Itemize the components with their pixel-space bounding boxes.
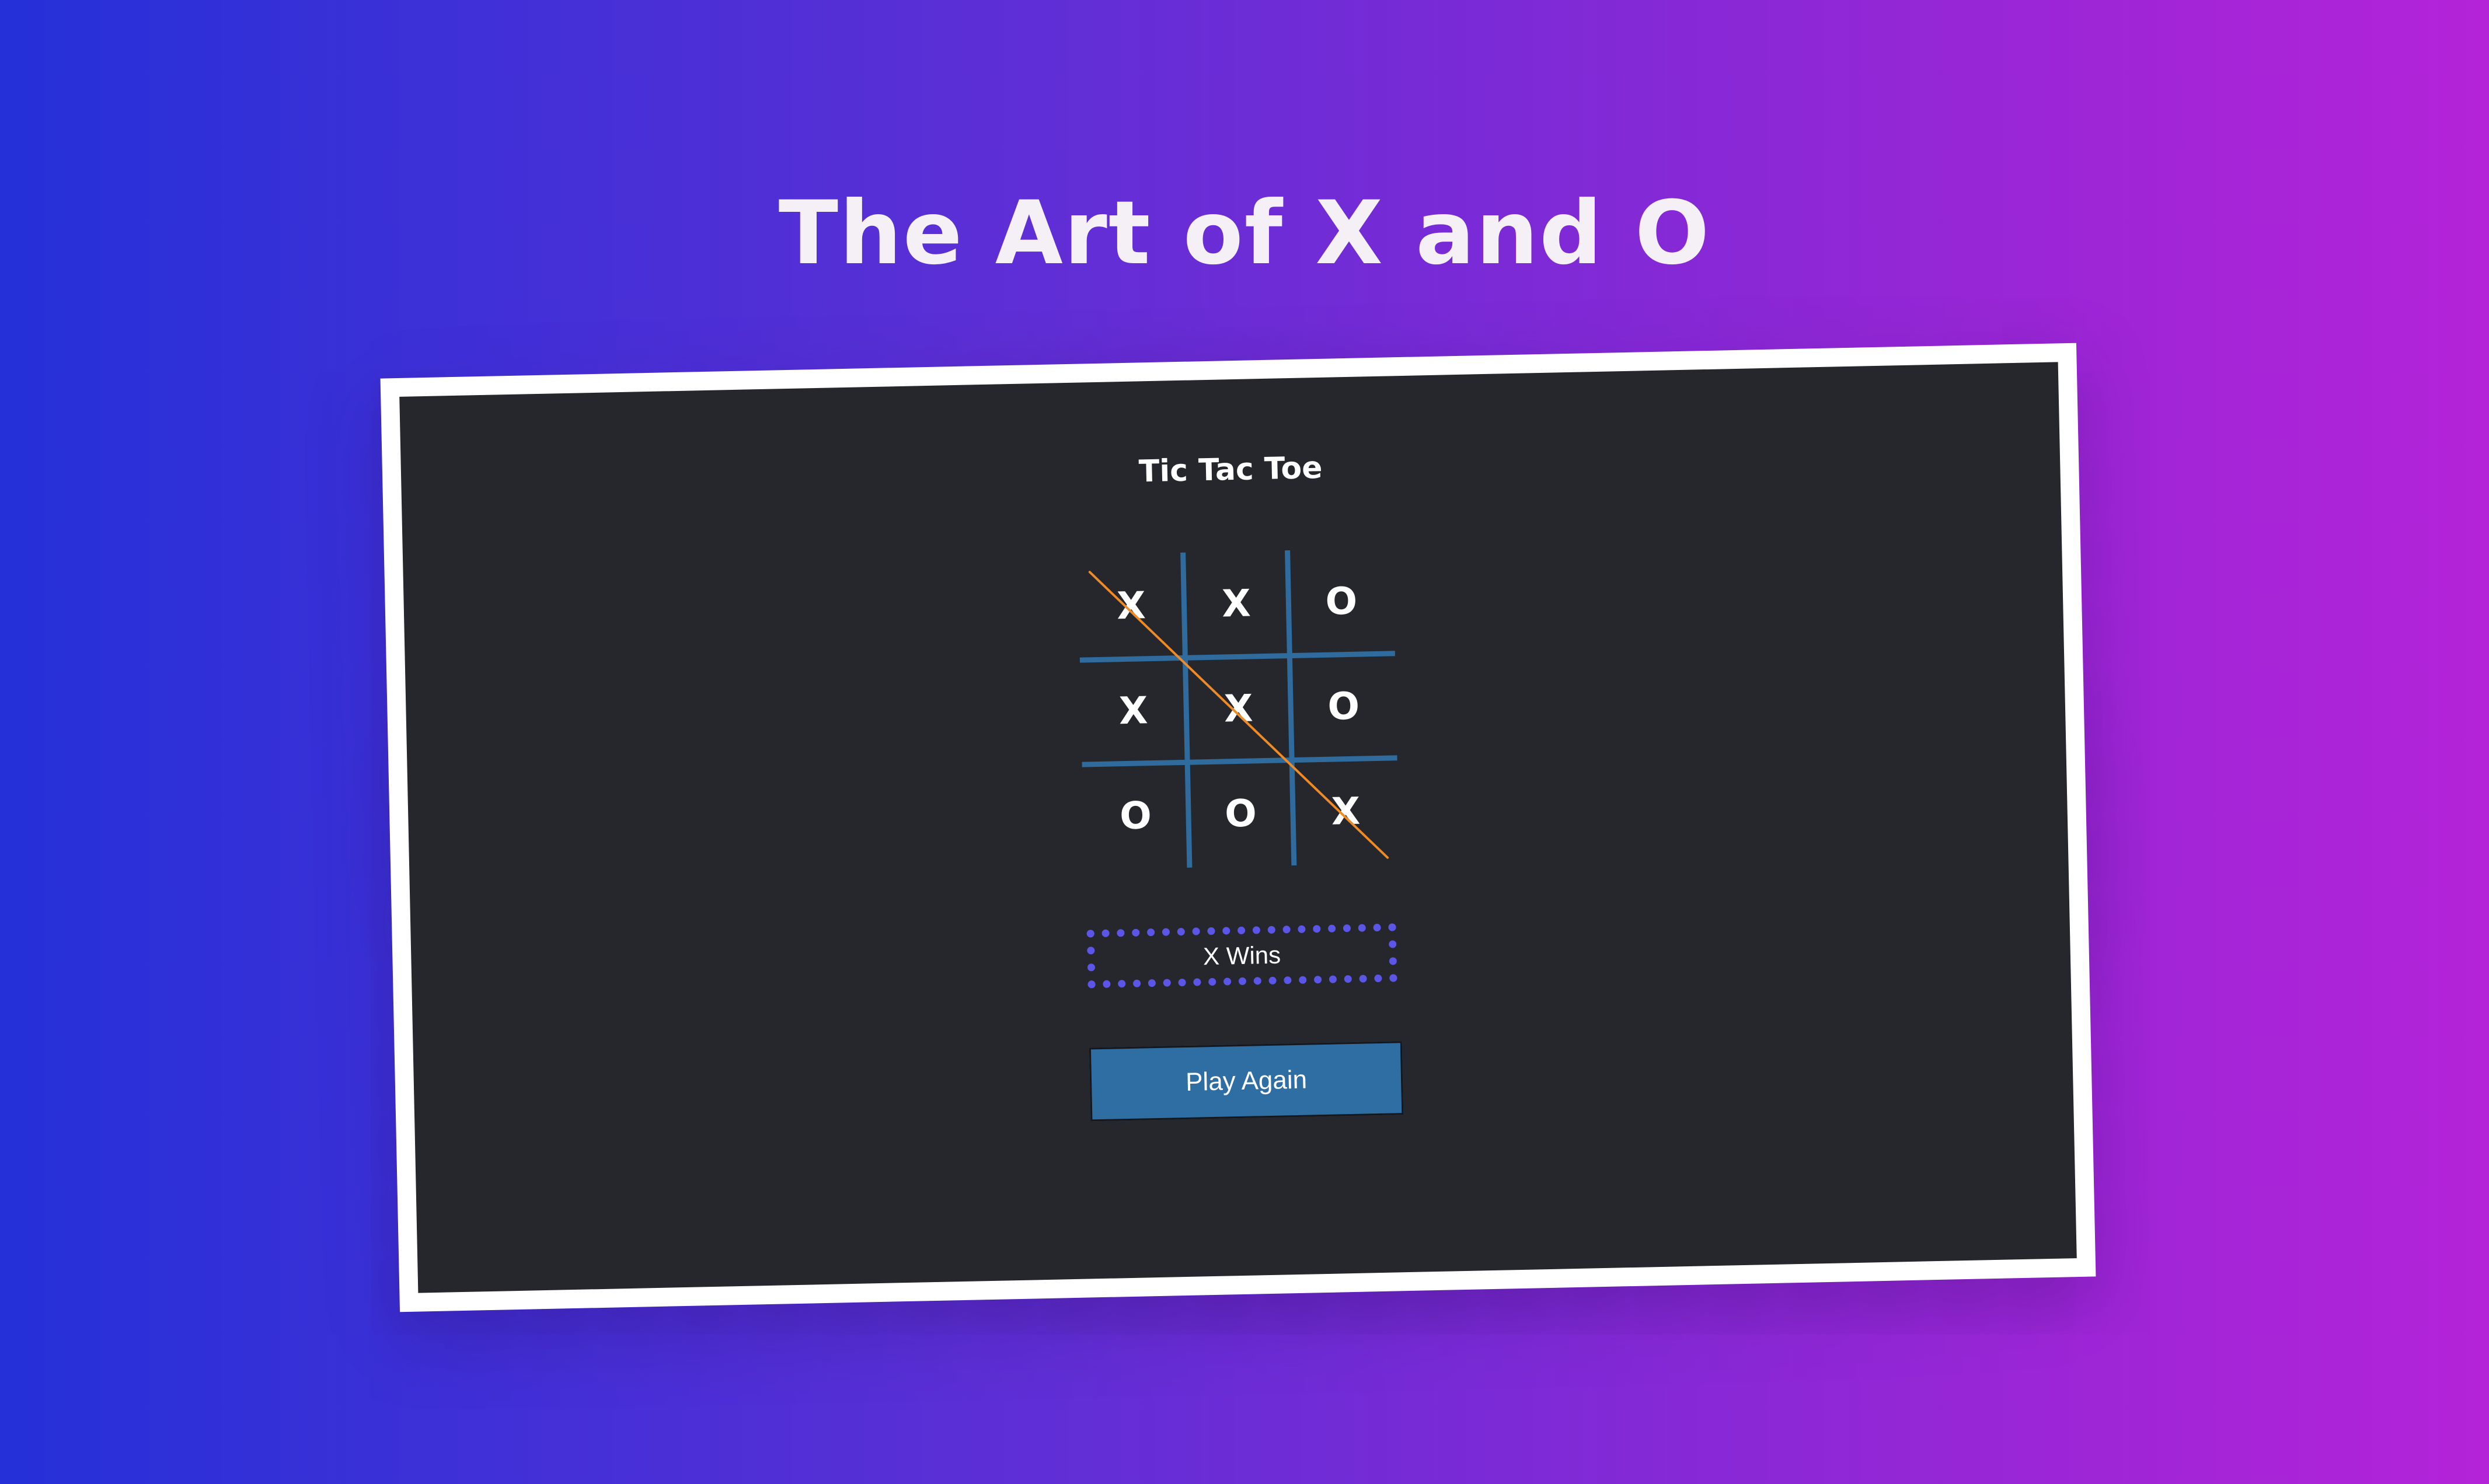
play-again-button[interactable]: Play Again [1089,1041,1404,1122]
play-again-label: Play Again [1185,1065,1308,1097]
game-status-text: X Wins [1202,941,1281,970]
cell-1-2[interactable]: O [1290,653,1397,760]
game-title: Tic Tac Toe [1138,450,1323,490]
game-board: X X O X X O O O X [1078,548,1399,870]
cell-2-0[interactable]: O [1082,763,1190,870]
cell-0-2[interactable]: O [1288,548,1395,655]
cell-2-2[interactable]: X [1292,758,1400,865]
game-frame: Tic Tac Toe X X O X X O O O X X Wins Pla… [380,343,2096,1312]
game-status: X Wins [1086,923,1397,989]
cell-1-0[interactable]: X [1080,658,1187,765]
cell-1-1[interactable]: X [1185,655,1292,763]
page-title: The Art of X and O [778,183,1711,284]
cell-0-0[interactable]: X [1078,553,1185,660]
cell-2-1[interactable]: O [1187,760,1295,868]
game-panel: Tic Tac Toe X X O X X O O O X X Wins Pla… [399,362,2077,1293]
cell-0-1[interactable]: X [1183,550,1290,658]
